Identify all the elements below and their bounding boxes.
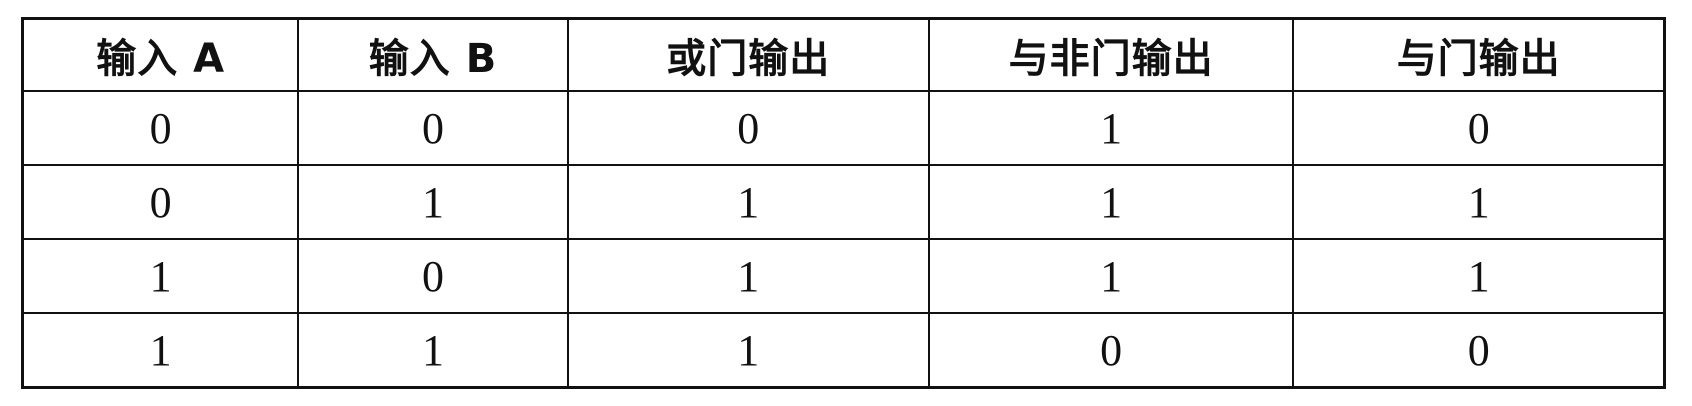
table-cell: 1 [566,164,930,240]
table-cell: 0 [1292,90,1666,166]
table-cell: 0 [297,90,569,166]
table-cell: 0 [297,238,569,314]
table-cell: 0 [21,90,300,166]
table-cell: 1 [297,312,569,389]
table-cell: 0 [1292,312,1666,389]
header-input-b: 输入 B [297,17,569,92]
table-cell: 1 [297,164,569,240]
table-cell: 1 [21,312,300,389]
header-nand-gate-output: 与非门输出 [927,17,1295,92]
truth-table: 输入 A 输入 B 或门输出 与非门输出 与门输出 0 0 0 1 0 0 1 … [21,17,1666,389]
table-cell: 1 [927,238,1295,314]
table-row: 0 1 1 1 1 [21,164,1666,240]
header-input-a: 输入 A [21,17,300,92]
table-cell: 1 [927,164,1295,240]
table-header-row: 输入 A 输入 B 或门输出 与非门输出 与门输出 [21,17,1666,92]
table-cell: 1 [566,312,930,389]
table-cell: 1 [21,238,300,314]
table-cell: 1 [1292,164,1666,240]
header-and-gate-output: 与门输出 [1292,17,1666,92]
table-row: 1 1 1 0 0 [21,312,1666,389]
table-row: 0 0 0 1 0 [21,90,1666,166]
header-or-gate-output: 或门输出 [566,17,930,92]
table-cell: 0 [566,90,930,166]
truth-table-container: 输入 A 输入 B 或门输出 与非门输出 与门输出 0 0 0 1 0 0 1 … [21,17,1666,389]
table-row: 1 0 1 1 1 [21,238,1666,314]
table-cell: 0 [927,312,1295,389]
table-cell: 0 [21,164,300,240]
table-cell: 1 [927,90,1295,166]
table-cell: 1 [566,238,930,314]
table-cell: 1 [1292,238,1666,314]
